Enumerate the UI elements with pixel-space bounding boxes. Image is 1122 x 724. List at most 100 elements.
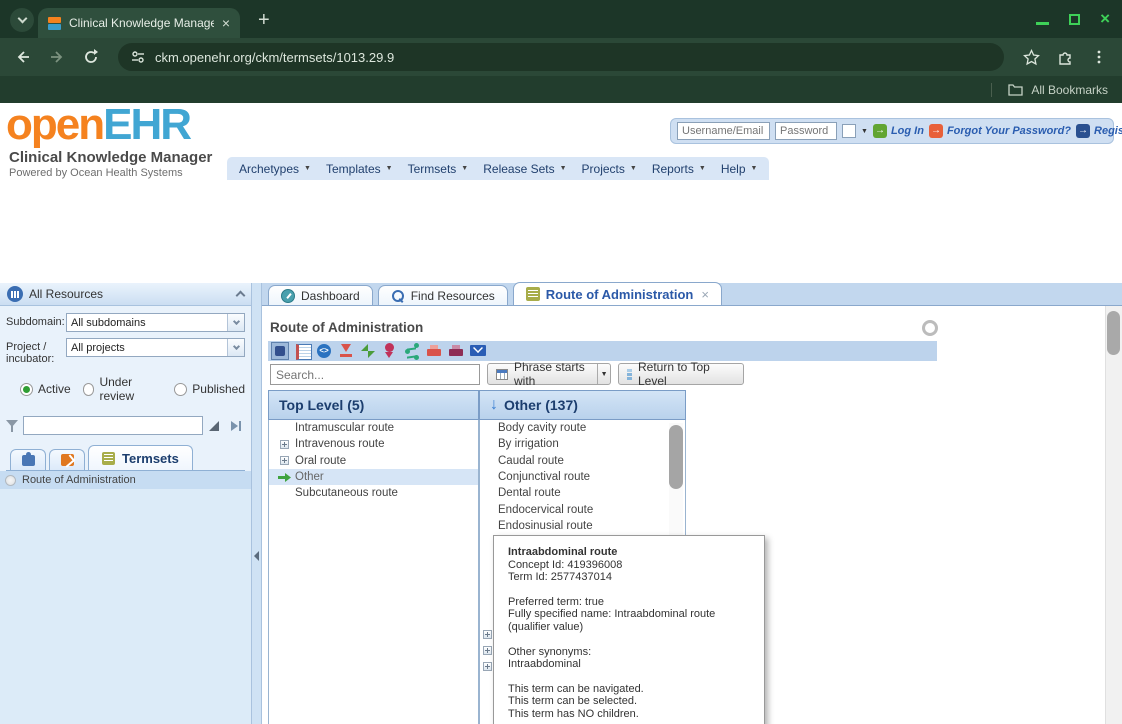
termset-row[interactable]: By irrigation [480,436,685,452]
status-radio[interactable]: Active [20,375,71,403]
collapse-icon[interactable] [359,342,377,360]
synonym: Intraabdominal [508,658,750,671]
fully-specified-name: Fully specified name: Intraabdominal rou… [508,608,750,633]
expand-icon[interactable] [483,630,492,639]
tab-archetypes[interactable] [10,449,46,470]
menu-item[interactable]: Reports▼ [652,162,706,176]
maximize-icon[interactable] [1069,14,1080,25]
phrase-mode-button[interactable]: Phrase starts with ▼ [487,363,611,385]
tab-templates[interactable] [49,449,85,470]
menu-item[interactable]: Archetypes▼ [239,162,311,176]
termset-row[interactable]: Intramuscular route [269,420,478,436]
termset-row[interactable]: Oral route [269,453,478,469]
openehr-logo[interactable]: openEHR [6,101,190,149]
list-scrollbar-thumb[interactable] [669,425,683,489]
chevron-down-icon[interactable] [227,314,244,331]
collapse-icon[interactable] [236,291,246,301]
all-bookmarks-button[interactable]: All Bookmarks [1031,83,1108,97]
tab-close-icon[interactable]: × [701,287,709,302]
extensions-icon[interactable] [1052,44,1078,70]
share-icon[interactable] [403,342,421,360]
register-link[interactable]: →Register [1076,124,1122,138]
display-toggle-icon[interactable] [271,342,289,360]
row-icon[interactable] [277,488,291,499]
bookmark-star-icon[interactable] [1018,44,1044,70]
row-icon[interactable] [277,423,291,434]
back-icon[interactable] [10,44,36,70]
search-input[interactable] [270,364,480,385]
menu-item[interactable]: Help▼ [721,162,758,176]
status-radio[interactable]: Published [174,375,245,403]
termset-row[interactable]: Body cavity route [480,420,685,436]
termset-row[interactable]: Subcutaneous route [269,485,478,501]
tooltip-note: This term can be navigated. [508,683,750,696]
status-radio-group: Active Under review Published [20,375,245,403]
tooltip-note: This term has NO children. [508,708,750,721]
main-tab[interactable]: Dashboard × [268,285,373,305]
tab-title: Clinical Knowledge Manager [69,16,214,30]
sidebar-splitter[interactable] [251,283,262,724]
project-select[interactable]: All projects [66,338,245,357]
termset-row[interactable]: Other [269,469,478,485]
xml-icon[interactable] [315,342,333,360]
apply-filter-icon[interactable] [208,419,224,433]
row-icon[interactable] [277,472,291,483]
browser-tab[interactable]: Clinical Knowledge Manager × [38,8,240,38]
page-scrollbar[interactable] [1105,306,1122,724]
termset-row[interactable]: Dental route [480,485,685,501]
row-icon[interactable] [277,439,291,450]
forward-icon[interactable] [44,44,70,70]
expand-icon[interactable] [483,662,492,671]
column-header: Top Level (5) [268,390,479,420]
termset-row[interactable]: Endocervical route [480,501,685,517]
chevron-down-icon[interactable]: ▼ [861,128,868,135]
termset-row[interactable]: Intravenous route [269,436,478,452]
all-resources-header[interactable]: All Resources [0,283,251,306]
return-top-level-button[interactable]: Return to Top Level [618,363,744,385]
chevron-down-icon[interactable] [227,339,244,356]
termset-row[interactable]: Endosinusial route [480,518,685,534]
print-icon[interactable] [425,342,443,360]
subdomain-select[interactable]: All subdomains [66,313,245,332]
reload-icon[interactable] [78,44,104,70]
tab-termsets[interactable]: Termsets [88,445,193,470]
tab-close-icon[interactable]: × [222,16,230,30]
arrow-icon: → [1076,124,1090,138]
address-bar[interactable]: ckm.openehr.org/ckm/termsets/1013.29.9 [118,43,1004,71]
ribbon-icon[interactable] [381,342,399,360]
menu-item[interactable]: Release Sets▼ [483,162,566,176]
termset-row[interactable]: Conjunctival route [480,469,685,485]
search-row: Phrase starts with ▼ Return to Top Level [262,363,1122,385]
termset-row[interactable]: Caudal route [480,453,685,469]
expand-icon[interactable] [483,646,492,655]
filter-input[interactable] [23,416,203,435]
main-tab[interactable]: Route of Administration × [513,282,722,305]
new-tab-button[interactable]: + [258,10,270,30]
username-field[interactable] [677,122,770,140]
row-icon[interactable] [277,455,291,466]
page-scrollbar-thumb[interactable] [1107,311,1120,355]
download-icon[interactable] [337,342,355,360]
password-field[interactable] [775,122,837,140]
main-tab[interactable]: Find Resources × [378,285,508,305]
site-info-icon[interactable] [131,50,145,64]
remember-me-checkbox[interactable] [842,124,856,138]
print-all-icon[interactable] [447,342,465,360]
close-window-icon[interactable]: × [1100,12,1110,26]
browser-menu-icon[interactable] [1086,44,1112,70]
email-icon[interactable] [469,342,487,360]
minimize-icon[interactable] [1036,22,1049,25]
status-radio[interactable]: Under review [83,375,163,403]
forgot-password-link[interactable]: →Forgot Your Password? [929,124,1071,138]
tree-item[interactable]: Route of Administration [0,471,251,489]
go-to-icon[interactable] [229,419,245,433]
tab-search-button[interactable] [10,8,34,32]
notes-icon[interactable] [293,342,311,360]
tab-icon [526,287,540,301]
menu-item[interactable]: Templates▼ [326,162,393,176]
log-in-button[interactable]: →Log In [873,124,924,138]
menu-item[interactable]: Projects▼ [582,162,637,176]
chevron-down-icon[interactable]: ▼ [597,364,610,384]
menu-item[interactable]: Termsets▼ [408,162,469,176]
main-menu: Archetypes▼ Templates▼ Termsets▼ Release Se… [227,157,769,180]
